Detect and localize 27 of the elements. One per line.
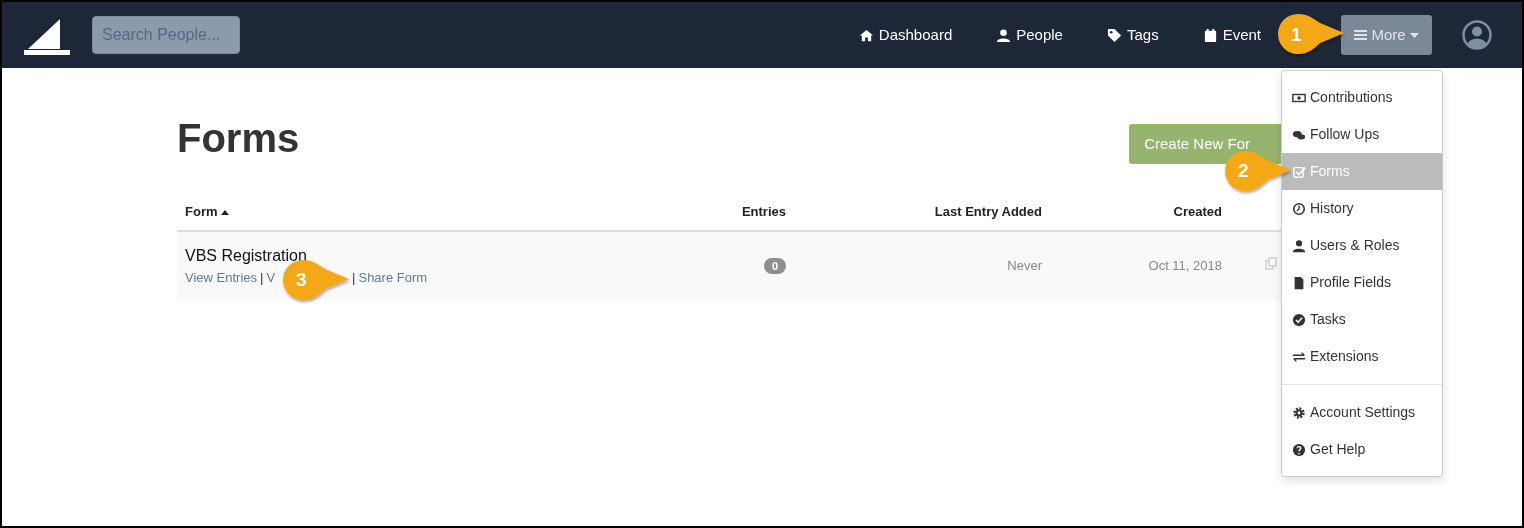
menu-item[interactable]: Account Settings bbox=[1282, 394, 1442, 431]
menu-item[interactable]: Get Help bbox=[1282, 431, 1442, 468]
column-header[interactable]: Entries bbox=[616, 194, 794, 230]
menu-item[interactable]: Profile Fields bbox=[1282, 264, 1442, 301]
separator: | bbox=[260, 268, 264, 287]
table-cell: Never bbox=[1007, 258, 1042, 273]
menu-item[interactable]: Users & Roles bbox=[1282, 227, 1442, 264]
row-link[interactable]: View Entries bbox=[185, 267, 257, 288]
column-header[interactable]: Created bbox=[1050, 194, 1230, 230]
search-field[interactable]: Search People... bbox=[92, 16, 240, 54]
column-header[interactable]: Form bbox=[177, 194, 616, 230]
row-link[interactable]: V bbox=[266, 267, 276, 288]
menu-item[interactable]: Contributions bbox=[1282, 79, 1442, 116]
column-header[interactable]: Last Entry Added bbox=[794, 194, 1050, 230]
nav-link[interactable]: Tags bbox=[1106, 23, 1159, 47]
menu-item[interactable]: History bbox=[1282, 190, 1442, 227]
menu-item[interactable]: Extensions bbox=[1282, 338, 1442, 375]
row-link[interactable]: Share Form bbox=[358, 267, 428, 288]
entries-count: 0 bbox=[763, 258, 786, 274]
table-cell: Oct 11, 2018 bbox=[1148, 258, 1222, 273]
form-name: VBS Registration bbox=[185, 245, 308, 266]
page-title: Forms bbox=[177, 116, 300, 160]
nav-link[interactable]: Dashboard bbox=[858, 23, 953, 47]
nav-link[interactable]: Event bbox=[1202, 23, 1261, 47]
separator: | bbox=[352, 268, 356, 287]
menu-item[interactable]: Tasks bbox=[1282, 301, 1442, 338]
nav-link[interactable]: People bbox=[996, 23, 1063, 47]
